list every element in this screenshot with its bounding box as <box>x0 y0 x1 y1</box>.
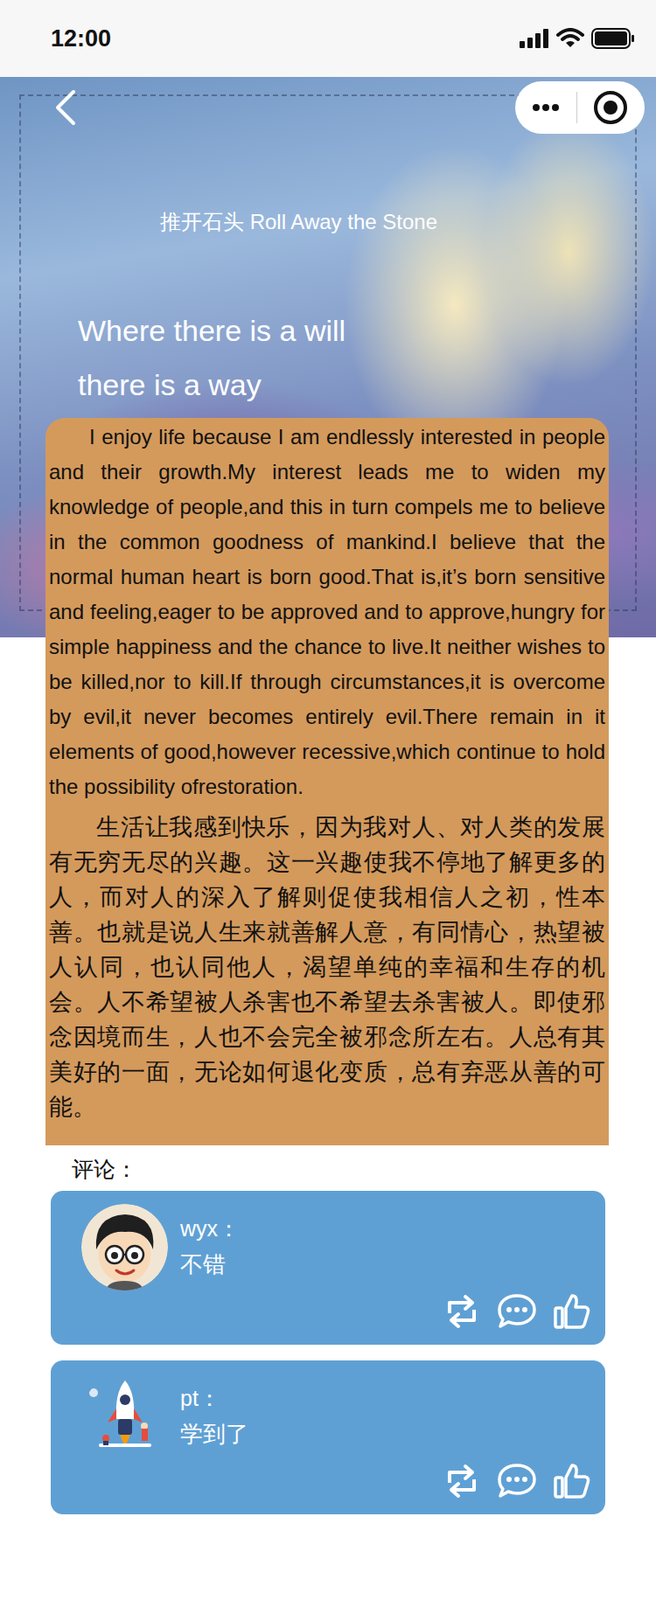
article-paragraph: 生活让我感到快乐，因为我对人、对人类的发展有无穷无尽的兴趣。这一兴趣使我不停地了… <box>48 809 606 1125</box>
chat-bubble-icon[interactable] <box>496 1463 538 1501</box>
repost-icon[interactable] <box>442 1464 482 1500</box>
comments-section: 评论： wyx： 不错 pt： 学到了 <box>0 1145 656 1533</box>
comment-body: pt： 学到了 <box>180 1374 431 1501</box>
battery-icon <box>591 27 636 49</box>
signal-icon <box>519 28 550 49</box>
comment-text: 学到了 <box>180 1419 431 1450</box>
article-card: I enjoy life because I am endlessly inte… <box>45 418 609 1146</box>
thumbs-up-icon[interactable] <box>552 1292 592 1332</box>
comment-actions <box>442 1462 592 1501</box>
comment-card: wyx： 不错 <box>50 1191 606 1346</box>
comments-label: 评论： <box>50 1154 606 1185</box>
slogan-line: there is a way <box>77 357 656 412</box>
slogan-line: Where there is a will <box>77 303 656 358</box>
chat-bubble-icon[interactable] <box>496 1293 538 1331</box>
wifi-icon <box>556 27 585 49</box>
comment-card: pt： 学到了 <box>50 1360 606 1515</box>
back-icon[interactable] <box>52 88 79 127</box>
nav-bar <box>0 76 656 139</box>
status-icons <box>519 27 636 49</box>
thumbs-up-icon[interactable] <box>552 1462 592 1501</box>
close-target-icon[interactable] <box>593 90 629 126</box>
comment-user: wyx： <box>180 1214 431 1243</box>
comment-user: pt： <box>180 1384 431 1413</box>
comment-body: wyx： 不错 <box>180 1204 431 1332</box>
hero: 推开石头 Roll Away the Stone Where there is a… <box>0 76 656 1146</box>
avatar[interactable] <box>81 1374 168 1461</box>
capsule-menu <box>515 81 645 134</box>
more-icon[interactable] <box>531 103 560 112</box>
comment-actions <box>442 1292 592 1332</box>
status-time: 12:00 <box>50 25 112 53</box>
article-paragraph: I enjoy life because I am endlessly inte… <box>48 419 606 805</box>
avatar[interactable] <box>81 1204 168 1292</box>
slogan: Where there is a willthere is a way <box>0 303 656 412</box>
comment-text: 不错 <box>180 1249 431 1280</box>
capsule-separator <box>576 91 578 124</box>
repost-icon[interactable] <box>442 1294 482 1330</box>
status-bar: 12:00 <box>0 0 656 77</box>
subtitle: 推开石头 Roll Away the Stone <box>0 208 656 237</box>
